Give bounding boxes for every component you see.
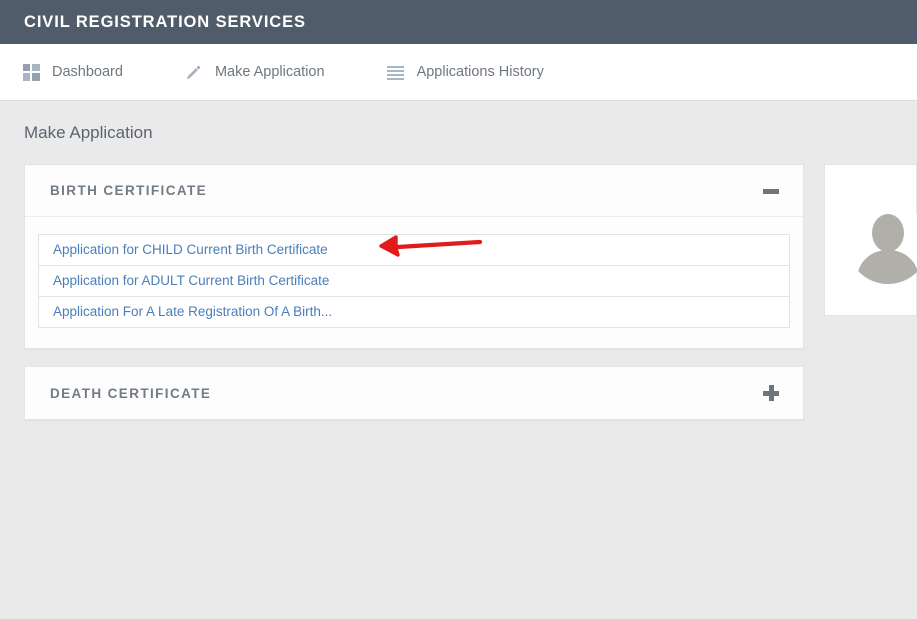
minus-icon[interactable] (763, 183, 779, 199)
avatar[interactable] (846, 202, 917, 284)
list-item[interactable]: Application for CHILD Current Birth Cert… (39, 235, 789, 266)
panel-title-death-certificate: DEATH CERTIFICATE (50, 385, 212, 401)
plus-icon[interactable] (763, 385, 779, 401)
app-header: CIVIL REGISTRATION SERVICES (0, 0, 917, 44)
page-title: Make Application (24, 123, 153, 142)
pencil-icon (185, 63, 203, 81)
nav-label-applications-history: Applications History (416, 64, 544, 80)
panel-header-birth-certificate[interactable]: BIRTH CERTIFICATE (25, 165, 803, 217)
panel-header-death-certificate[interactable]: DEATH CERTIFICATE (25, 367, 803, 419)
nav-label-dashboard: Dashboard (52, 64, 123, 80)
birth-certificate-application-list: Application for CHILD Current Birth Cert… (38, 234, 790, 328)
page-content: Make Application BIRTH CERTIFICATE Appli… (0, 101, 917, 619)
list-item[interactable]: Application For A Late Registration Of A… (39, 297, 789, 328)
main-column: BIRTH CERTIFICATE Application for CHILD … (24, 164, 804, 437)
sidebar-column (824, 164, 917, 316)
content-layout: BIRTH CERTIFICATE Application for CHILD … (0, 143, 917, 437)
panel-birth-certificate: BIRTH CERTIFICATE Application for CHILD … (24, 164, 804, 349)
grid-dashboard-icon (22, 63, 40, 81)
panel-title-birth-certificate: BIRTH CERTIFICATE (50, 183, 208, 198)
profile-card (824, 164, 917, 316)
list-item[interactable]: Application for ADULT Current Birth Cert… (39, 266, 789, 297)
nav-item-make-application[interactable]: Make Application (185, 63, 325, 81)
nav-item-applications-history[interactable]: Applications History (387, 63, 544, 81)
list-lines-icon (387, 63, 405, 81)
app-title: CIVIL REGISTRATION SERVICES (24, 12, 306, 31)
nav-label-make-application: Make Application (214, 64, 325, 80)
panel-death-certificate: DEATH CERTIFICATE (24, 366, 804, 420)
main-navigation: Dashboard Make Application Applications … (0, 44, 917, 101)
panel-body-birth-certificate: Application for CHILD Current Birth Cert… (25, 217, 803, 348)
user-avatar-placeholder-icon (846, 202, 917, 284)
nav-item-dashboard[interactable]: Dashboard (22, 63, 123, 81)
